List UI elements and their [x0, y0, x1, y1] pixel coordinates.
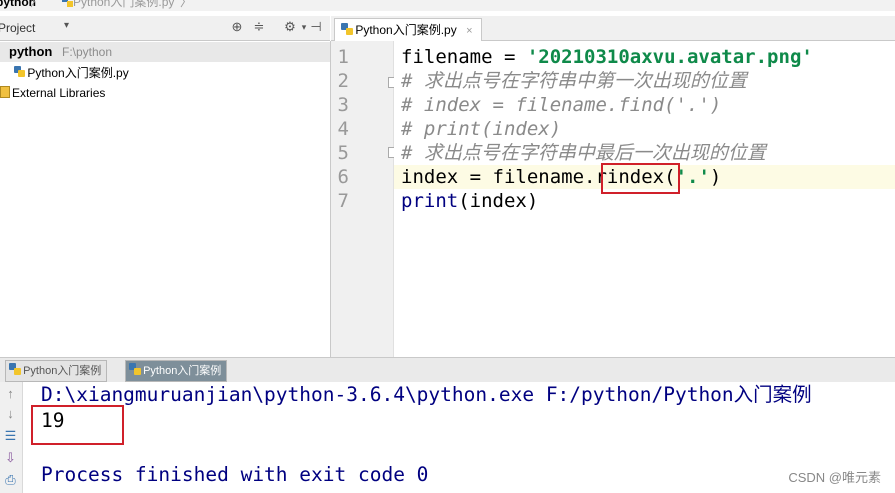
tree-root-item[interactable]: python F:\python	[0, 42, 330, 62]
string-literal: '.'	[675, 166, 710, 188]
code-line-7: print(index)	[401, 190, 539, 212]
python-file-icon	[13, 65, 25, 77]
code-line-2: # 求出点号在字符串中第一次出现的位置	[401, 70, 747, 92]
run-tab-label: Python入门案例	[143, 365, 222, 377]
highlight-box	[601, 163, 680, 194]
python-file-icon	[9, 362, 21, 375]
tree-item-external-libraries[interactable]: External Libraries	[0, 86, 105, 100]
console-exit-message: Process finished with exit code 0	[41, 463, 429, 486]
arrow-down-icon[interactable]: ↓	[2, 405, 19, 422]
python-file-icon	[341, 20, 353, 35]
library-icon	[0, 86, 10, 98]
line-number: 6	[337, 166, 349, 188]
highlight-box	[31, 405, 124, 445]
close-icon[interactable]: ×	[466, 25, 472, 37]
breadcrumb-separator: 〉	[30, 0, 43, 9]
code-line-5: # 求出点号在字符串中最后一次出现的位置	[401, 142, 766, 164]
line-number: 2	[337, 70, 349, 92]
python-file-icon	[129, 362, 141, 375]
tree-item-file-label: Python入门案例.py	[27, 66, 129, 80]
tree-item-external-label: External Libraries	[12, 86, 106, 100]
line-number: 1	[337, 46, 349, 68]
code-editor[interactable]: filename = '20210310axvu.avatar.png' # 求…	[394, 41, 895, 357]
chevron-down-icon[interactable]: ▾	[64, 20, 69, 31]
print-icon[interactable]: ⎙	[2, 471, 19, 488]
editor-tab[interactable]: Python入门案例.py ×	[334, 18, 482, 41]
hide-icon[interactable]: ⊣	[308, 19, 324, 35]
breadcrumb-separator: 〉	[180, 0, 193, 9]
tree-item-file[interactable]: Python入门案例.py	[13, 64, 129, 81]
line-number: 4	[337, 118, 349, 140]
run-tab-active[interactable]: Python入门案例	[125, 360, 228, 382]
code-line-4: # print(index)	[401, 118, 562, 140]
code-line-3: # index = filename.find('.')	[401, 94, 722, 116]
editor-tab-label: Python入门案例.py	[355, 23, 457, 37]
run-tab[interactable]: Python入门案例	[5, 360, 108, 382]
tree-root-path: F:\python	[62, 45, 113, 59]
console-output[interactable]: D:\xiangmuruanjian\python-3.6.4\python.e…	[23, 382, 895, 493]
python-file-icon	[62, 0, 73, 7]
console-command: D:\xiangmuruanjian\python-3.6.4\python.e…	[41, 383, 812, 406]
code-line-1: filename = '20210310axvu.avatar.png'	[401, 46, 813, 68]
line-number: 5	[337, 142, 349, 164]
project-panel-header: Project ▾ ⊕ ≑ ⚙ ▾ ⊣	[0, 16, 330, 41]
soft-wrap-icon[interactable]: ☰	[2, 427, 19, 444]
breadcrumb: python 〉 Python入门案例.py 〉	[0, 0, 895, 11]
tree-root-name: python	[9, 44, 53, 59]
target-icon[interactable]: ⊕	[229, 19, 245, 35]
run-tab-label: Python入门案例	[23, 365, 102, 377]
project-panel-title[interactable]: Project	[0, 21, 35, 35]
breadcrumb-file-label: Python入门案例.py	[73, 0, 175, 9]
run-tab-bar: Python入门案例 Python入门案例	[0, 357, 895, 383]
arrow-up-icon[interactable]: ↑	[2, 385, 19, 402]
breadcrumb-file[interactable]: Python入门案例.py	[62, 0, 174, 9]
line-number: 7	[337, 190, 349, 212]
scroll-to-end-icon[interactable]: ⇩	[2, 449, 19, 466]
editor-tab-bar: Python入门案例.py ×	[331, 16, 895, 41]
run-toolbar: ↑ ↓ ☰ ⇩ ⎙	[0, 382, 23, 493]
builtin-print: print	[401, 190, 459, 212]
line-number-gutter: 1 2 3 4 5 6 7	[331, 41, 398, 357]
string-literal: '20210310axvu.avatar.png'	[526, 46, 813, 68]
line-number: 3	[337, 94, 349, 116]
watermark: CSDN @唯元素	[788, 470, 881, 485]
project-tree: python F:\python Python入门案例.py External …	[0, 41, 331, 357]
collapse-icon[interactable]: ≑	[251, 19, 267, 35]
